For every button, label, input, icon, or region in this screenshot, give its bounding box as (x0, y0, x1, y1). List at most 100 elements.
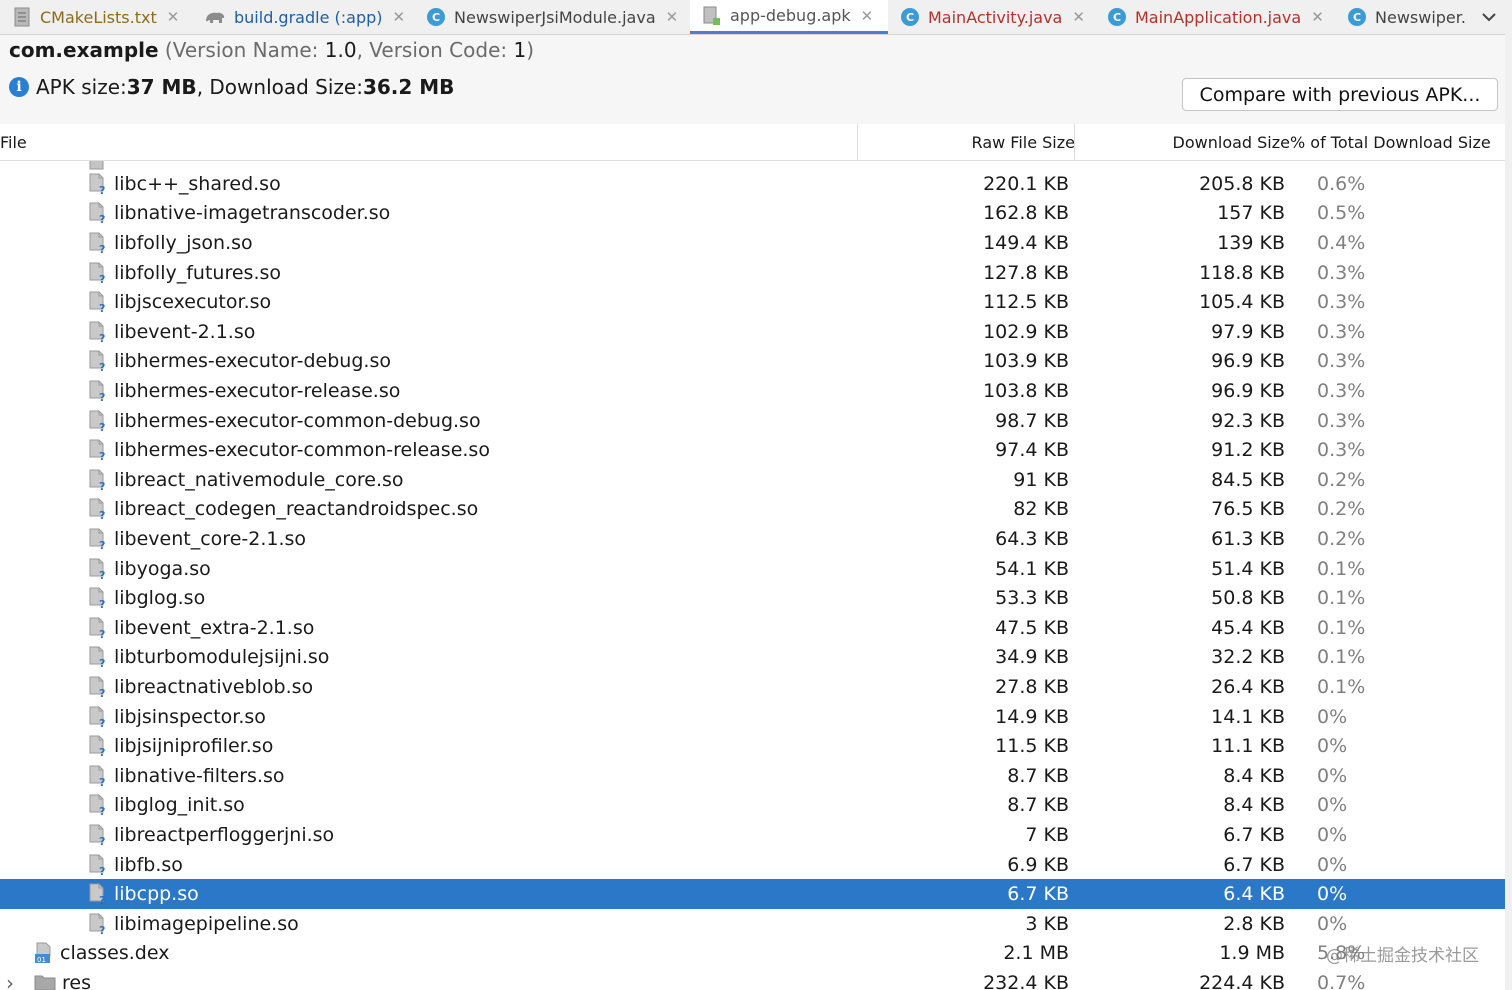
file-name-cell: ? libturbomodulejsijni.so (88, 643, 329, 673)
table-row[interactable]: ? libfolly_json.so 149.4 KB 139 KB 0.4% (0, 228, 1505, 258)
download-size-cell: 157 KB (1217, 202, 1285, 225)
column-divider[interactable] (1074, 124, 1075, 160)
table-row[interactable]: ? libfb.so 6.9 KB 6.7 KB 0% (0, 850, 1505, 880)
apk-package-line: com.example (Version Name: 1.0, Version … (9, 38, 534, 62)
tab-label: Newswiper. (1375, 7, 1466, 27)
download-size-cell: 97.9 KB (1211, 320, 1285, 343)
table-row[interactable]: ? libglog_init.so 8.7 KB 8.4 KB 0% (0, 791, 1505, 821)
table-row[interactable]: ? libevent_extra-2.1.so 47.5 KB 45.4 KB 0.1% (0, 613, 1505, 643)
svg-text:?: ? (99, 687, 105, 698)
table-row[interactable]: ? libjsinspector.so 14.9 KB 14.1 KB 0% (0, 702, 1505, 732)
download-size-cell: 96.9 KB (1211, 350, 1285, 373)
unknown-file-icon: ? (88, 380, 108, 404)
column-divider[interactable] (857, 124, 858, 160)
table-row[interactable]: ? libhermes-executor-release.so 103.8 KB 96… (0, 376, 1505, 406)
svg-text:?: ? (99, 213, 105, 224)
close-icon[interactable]: ✕ (861, 7, 874, 25)
percent-cell: 0.1% (1317, 616, 1366, 639)
percent-cell: 0.1% (1317, 646, 1366, 669)
table-row[interactable]: ? libevent_core-2.1.so 64.3 KB 61.3 KB 0.2% (0, 524, 1505, 554)
apk-file-tree-table: ? libc++_shared.so 220.1 KB 205.8 KB 0.6%? li… (0, 161, 1505, 990)
table-row[interactable]: ? libreactnativeblob.so 27.8 KB 26.4 KB 0.1% (0, 672, 1505, 702)
raw-size-cell: 102.9 KB (983, 320, 1069, 343)
svg-text:?: ? (99, 805, 105, 816)
table-row[interactable]: ? libhermes-executor-debug.so 103.9 KB 96.9… (0, 347, 1505, 377)
tab-mainapplication[interactable]: C MainApplication.java ✕ (1095, 0, 1335, 34)
tab-overflow-button[interactable] (1466, 0, 1512, 34)
file-name: libglog.so (114, 587, 206, 610)
close-icon[interactable]: ✕ (666, 8, 679, 26)
java-class-icon: C (900, 7, 920, 27)
download-size-label: , Download Size: (196, 75, 363, 99)
table-row[interactable]: ? libreact_nativemodule_core.so 91 KB 84.5 … (0, 465, 1505, 495)
unknown-file-icon: ? (88, 469, 108, 493)
table-row[interactable]: ? libevent-2.1.so 102.9 KB 97.9 KB 0.3% (0, 317, 1505, 347)
gradle-elephant-icon (204, 7, 226, 27)
version-label-open: (Version Name: (158, 38, 325, 62)
table-row[interactable]: ? libnative-imagetranscoder.so 162.8 KB 157… (0, 199, 1505, 229)
file-name-cell: ? libfolly_json.so (88, 228, 253, 258)
download-size-cell: 32.2 KB (1211, 646, 1285, 669)
svg-text:01: 01 (37, 956, 46, 964)
raw-size-cell: 232.4 KB (983, 971, 1069, 990)
column-header-percent[interactable]: % of Total Download Size (1290, 124, 1491, 160)
percent-cell: 0.5% (1317, 202, 1366, 225)
raw-size-cell: 34.9 KB (995, 646, 1069, 669)
tab-mainactivity[interactable]: C MainActivity.java ✕ (888, 0, 1095, 34)
compare-apk-button[interactable]: Compare with previous APK... (1182, 78, 1498, 111)
table-row[interactable]: ? libjscexecutor.so 112.5 KB 105.4 KB 0.3% (0, 287, 1505, 317)
file-name: libnative-imagetranscoder.so (114, 202, 391, 225)
table-row[interactable]: ? libreactperfloggerjni.so 7 KB 6.7 KB 0% (0, 820, 1505, 850)
tab-newswiper[interactable]: C Newswiper. (1335, 0, 1466, 34)
info-icon: i (9, 77, 29, 97)
file-name-cell: ? libhermes-executor-release.so (88, 376, 400, 406)
close-icon[interactable]: ✕ (167, 8, 180, 26)
close-icon[interactable]: ✕ (1311, 8, 1324, 26)
file-name: libfolly_futures.so (114, 261, 282, 284)
table-row[interactable]: ? libnative-filters.so 8.7 KB 8.4 KB 0% (0, 761, 1505, 791)
close-icon[interactable]: ✕ (393, 8, 406, 26)
file-name-cell: ? libyoga.so (88, 554, 211, 584)
table-row[interactable]: ? libglog.so 53.3 KB 50.8 KB 0.1% (0, 583, 1505, 613)
unknown-file-icon: ? (88, 765, 108, 789)
close-icon[interactable]: ✕ (1072, 8, 1085, 26)
percent-cell: 0% (1317, 883, 1348, 906)
tab-newswiperjsimodule[interactable]: C NewswiperJsiModule.java ✕ (414, 0, 690, 34)
file-name: libturbomodulejsijni.so (114, 646, 330, 669)
table-row[interactable]: ? libimagepipeline.so 3 KB 2.8 KB 0% (0, 909, 1505, 939)
table-row[interactable]: ? libhermes-executor-common-release.so 97.… (0, 435, 1505, 465)
table-row[interactable]: 01 classes.dex 2.1 MB 1.9 MB 5.8% (0, 939, 1505, 969)
file-name: libreactnativeblob.so (114, 675, 314, 698)
tab-cmakelists[interactable]: CMakeLists.txt ✕ (0, 0, 192, 34)
file-name: libreact_nativemodule_core.so (114, 468, 404, 491)
download-size-cell: 8.4 KB (1223, 794, 1285, 817)
column-header-download-size[interactable]: Download Size (1076, 124, 1290, 160)
file-name: libhermes-executor-common-release.so (114, 439, 490, 462)
table-row[interactable]: › res 232.4 KB 224.4 KB 0.7% (0, 968, 1505, 990)
tab-build-gradle[interactable]: build.gradle (:app) ✕ (192, 0, 414, 34)
column-header-file[interactable]: File (0, 124, 27, 160)
file-name-cell: ? libglog.so (88, 583, 205, 613)
file-name: libimagepipeline.so (114, 912, 299, 935)
vertical-scrollbar[interactable] (1505, 34, 1512, 990)
file-name: libreactperfloggerjni.so (114, 823, 335, 846)
table-row[interactable]: ? libreact_codegen_reactandroidspec.so 82 … (0, 495, 1505, 525)
download-size-cell: 14.1 KB (1211, 705, 1285, 728)
percent-cell: 0% (1317, 823, 1348, 846)
file-name-cell: ? libevent_extra-2.1.so (88, 613, 314, 643)
table-row[interactable]: ? libyoga.so 54.1 KB 51.4 KB 0.1% (0, 554, 1505, 584)
file-name: libjscexecutor.so (114, 291, 272, 314)
column-header-raw-size[interactable]: Raw File Size (860, 124, 1075, 160)
table-row[interactable]: ? libjsijniprofiler.so 11.5 KB 11.1 KB 0% (0, 731, 1505, 761)
expand-chevron-icon[interactable]: › (6, 968, 14, 990)
apk-size-label: APK size: (36, 75, 127, 99)
table-row[interactable]: ? libc++_shared.so 220.1 KB 205.8 KB 0.6% (0, 169, 1505, 199)
table-row[interactable]: ? libcpp.so 6.7 KB 6.4 KB 0% (0, 879, 1505, 909)
unknown-file-icon: ? (88, 735, 108, 759)
package-name: com.example (9, 38, 159, 62)
tab-app-debug-apk[interactable]: app-debug.apk ✕ (690, 0, 888, 34)
table-row[interactable]: ? libhermes-executor-common-debug.so 98.7 … (0, 406, 1505, 436)
svg-text:?: ? (99, 391, 105, 402)
table-row[interactable]: ? libfolly_futures.so 127.8 KB 118.8 KB 0.3% (0, 258, 1505, 288)
table-row[interactable]: ? libturbomodulejsijni.so 34.9 KB 32.2 KB 0.… (0, 643, 1505, 673)
